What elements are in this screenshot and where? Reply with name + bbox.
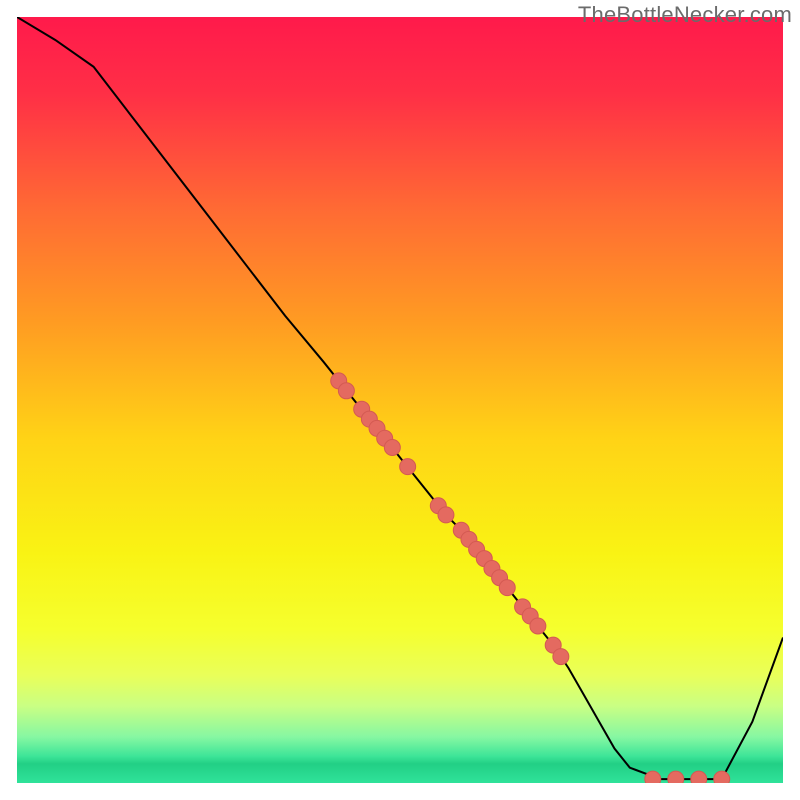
marker-layer: [331, 373, 730, 783]
data-marker: [499, 580, 515, 596]
data-marker: [338, 383, 354, 399]
data-marker: [438, 507, 454, 523]
watermark-text: TheBottleNecker.com: [578, 2, 792, 28]
data-marker: [553, 649, 569, 665]
bottleneck-curve: [17, 17, 783, 779]
chart-stage: TheBottleNecker.com: [0, 0, 800, 800]
data-marker: [530, 618, 546, 634]
data-marker: [714, 771, 730, 783]
data-marker: [645, 771, 661, 783]
plot-area: [17, 17, 783, 783]
data-marker: [400, 459, 416, 475]
data-marker: [691, 771, 707, 783]
chart-overlay: [17, 17, 783, 783]
data-marker: [384, 439, 400, 455]
data-marker: [668, 771, 684, 783]
